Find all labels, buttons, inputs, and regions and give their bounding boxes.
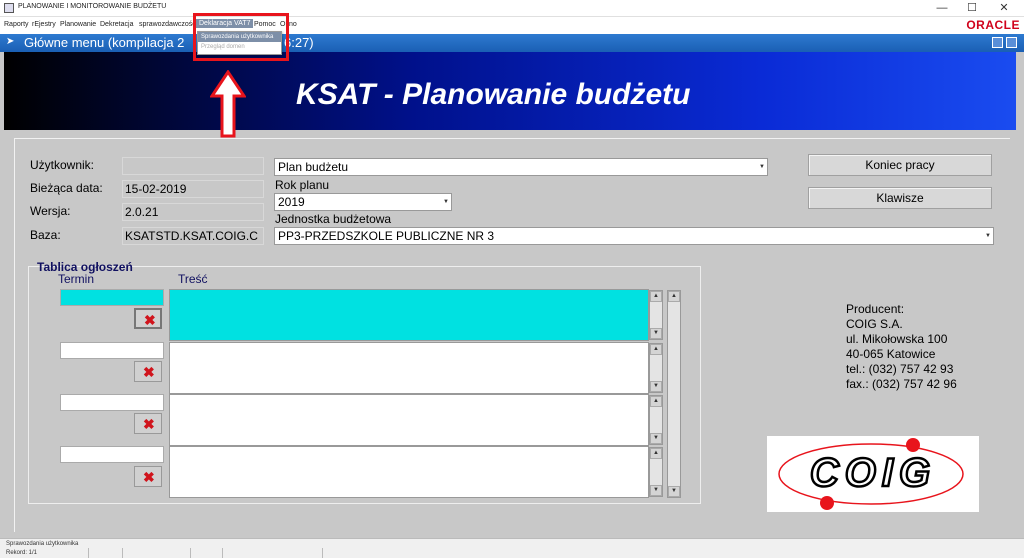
version-label: Wersja:	[30, 204, 71, 218]
delete-x-icon: ✖	[143, 364, 155, 380]
scroll-down-icon[interactable]: ▼	[650, 433, 662, 444]
status-bar: Sprawozdania użytkownika Rekord: 1/1	[0, 538, 1024, 558]
producer-line: tel.: (032) 757 42 93	[846, 362, 954, 376]
annotation-highlight-box	[193, 13, 289, 61]
status-divider	[222, 548, 223, 558]
chevron-down-icon[interactable]: ▼	[758, 159, 766, 175]
date-label: Bieżąca data:	[30, 181, 103, 195]
unit-select-value: PP3-PRZEDSZKOLE PUBLICZNE NR 3	[278, 229, 495, 243]
form-minimize-icon[interactable]	[992, 37, 1003, 48]
status-divider	[122, 548, 123, 558]
scroll-up-icon[interactable]: ▲	[650, 396, 662, 407]
menu-dekretacja[interactable]: Dekretacja	[100, 21, 133, 28]
menu-bar: Raporty rEjestry Planowanie Dekretacja s…	[0, 17, 1024, 34]
user-field	[122, 157, 264, 175]
delete-button-4[interactable]: ✖	[134, 466, 162, 487]
db-label: Baza:	[30, 228, 61, 242]
form-title: Główne menu (kompilacja 2	[24, 35, 185, 50]
year-label: Rok planu	[275, 178, 330, 192]
notice-date-3[interactable]	[60, 394, 164, 411]
chevron-down-icon[interactable]: ▼	[442, 194, 450, 210]
delete-x-icon: ✖	[144, 312, 156, 328]
annotation-arrow-up-icon	[210, 70, 246, 138]
status-divider	[190, 548, 191, 558]
banner: KSAT - Planowanie budżetu	[4, 52, 1016, 130]
plan-select-value: Plan budżetu	[278, 160, 349, 174]
status-message: Sprawozdania użytkownika	[6, 541, 79, 547]
menu-raporty[interactable]: Raporty	[4, 21, 29, 28]
notice-scrollbar-3[interactable]: ▲ ▼	[649, 395, 663, 445]
scroll-up-icon[interactable]: ▲	[650, 291, 662, 302]
notice-text-3[interactable]	[169, 394, 649, 446]
version-field: 2.0.21	[122, 203, 264, 221]
scroll-up-icon[interactable]: ▲	[650, 344, 662, 355]
app-icon	[4, 3, 14, 13]
form-maximize-icon[interactable]	[1006, 37, 1017, 48]
unit-select[interactable]: PP3-PRZEDSZKOLE PUBLICZNE NR 3 ▼	[274, 227, 994, 245]
column-content: Treść	[178, 272, 208, 286]
form-header: ➤ Główne menu (kompilacja 2 6:27)	[0, 34, 1024, 52]
title-bar: PLANOWANIE I MONITOROWANIE BUDŻETU — ☐ ✕	[0, 0, 1024, 17]
keys-button[interactable]: Klawisze	[808, 187, 992, 209]
db-field: KSATSTD.KSAT.COIG.C	[122, 227, 264, 245]
oracle-logo: ORACLE	[966, 18, 1020, 32]
notice-text-1[interactable]	[169, 289, 649, 341]
notice-text-4[interactable]	[169, 446, 649, 498]
notice-date-2[interactable]	[60, 342, 164, 359]
menu-planowanie[interactable]: Planowanie	[60, 21, 96, 28]
notice-scrollbar-2[interactable]: ▲ ▼	[649, 343, 663, 393]
status-divider	[322, 548, 323, 558]
menu-rejestry[interactable]: rEjestry	[32, 21, 56, 28]
plan-select[interactable]: Plan budżetu ▼	[274, 158, 768, 176]
scroll-down-icon[interactable]: ▼	[650, 328, 662, 339]
menu-sprawozdawczosc[interactable]: sprawozdawczość	[139, 21, 196, 28]
notice-date-1[interactable]	[60, 289, 164, 306]
chevron-down-icon[interactable]: ▼	[984, 228, 992, 244]
column-date: Termin	[58, 272, 95, 286]
delete-button-1[interactable]: ✖	[134, 308, 162, 329]
notice-scrollbar-1[interactable]: ▲ ▼	[649, 290, 663, 340]
year-select-value: 2019	[278, 195, 305, 209]
window-title: PLANOWANIE I MONITOROWANIE BUDŻETU	[18, 3, 167, 10]
producer-line: fax.: (032) 757 42 96	[846, 377, 957, 391]
minimize-button[interactable]: —	[928, 1, 956, 15]
scroll-down-icon[interactable]: ▼	[668, 486, 680, 497]
coig-logo: COIG	[767, 436, 979, 512]
close-button[interactable]: ✕	[990, 1, 1018, 15]
coig-logo-text: COIG	[810, 451, 936, 495]
producer-line: 40-065 Katowice	[846, 347, 936, 361]
year-select[interactable]: 2019 ▼	[274, 193, 452, 211]
delete-button-3[interactable]: ✖	[134, 413, 162, 434]
status-divider	[88, 548, 89, 558]
maximize-button[interactable]: ☐	[958, 1, 986, 15]
notice-date-4[interactable]	[60, 446, 164, 463]
notice-text-2[interactable]	[169, 342, 649, 394]
unit-label: Jednostka budżetowa	[275, 212, 392, 226]
notice-scrollbar-4[interactable]: ▲ ▼	[649, 447, 663, 497]
date-field: 15-02-2019	[122, 180, 264, 198]
producer-info: Producent: COIG S.A. ul. Mikołowska 100 …	[846, 302, 957, 392]
producer-line: COIG S.A.	[846, 317, 903, 331]
delete-button-2[interactable]: ✖	[134, 361, 162, 382]
banner-title: KSAT - Planowanie budżetu	[296, 78, 691, 111]
producer-line: ul. Mikołowska 100	[846, 332, 948, 346]
user-label: Użytkownik:	[30, 158, 95, 172]
exit-button[interactable]: Koniec pracy	[808, 154, 992, 176]
scroll-down-icon[interactable]: ▼	[650, 381, 662, 392]
scroll-down-icon[interactable]: ▼	[650, 485, 662, 496]
records-scrollbar[interactable]: ▲ ▼	[667, 290, 681, 498]
arrow-right-icon: ➤	[6, 36, 15, 47]
scroll-up-icon[interactable]: ▲	[650, 448, 662, 459]
coig-logo-graphic: COIG	[778, 438, 964, 510]
record-counter: Rekord: 1/1	[6, 550, 38, 556]
producer-line: Producent:	[846, 302, 905, 316]
delete-x-icon: ✖	[143, 416, 155, 432]
scroll-up-icon[interactable]: ▲	[668, 291, 680, 302]
delete-x-icon: ✖	[143, 469, 155, 485]
